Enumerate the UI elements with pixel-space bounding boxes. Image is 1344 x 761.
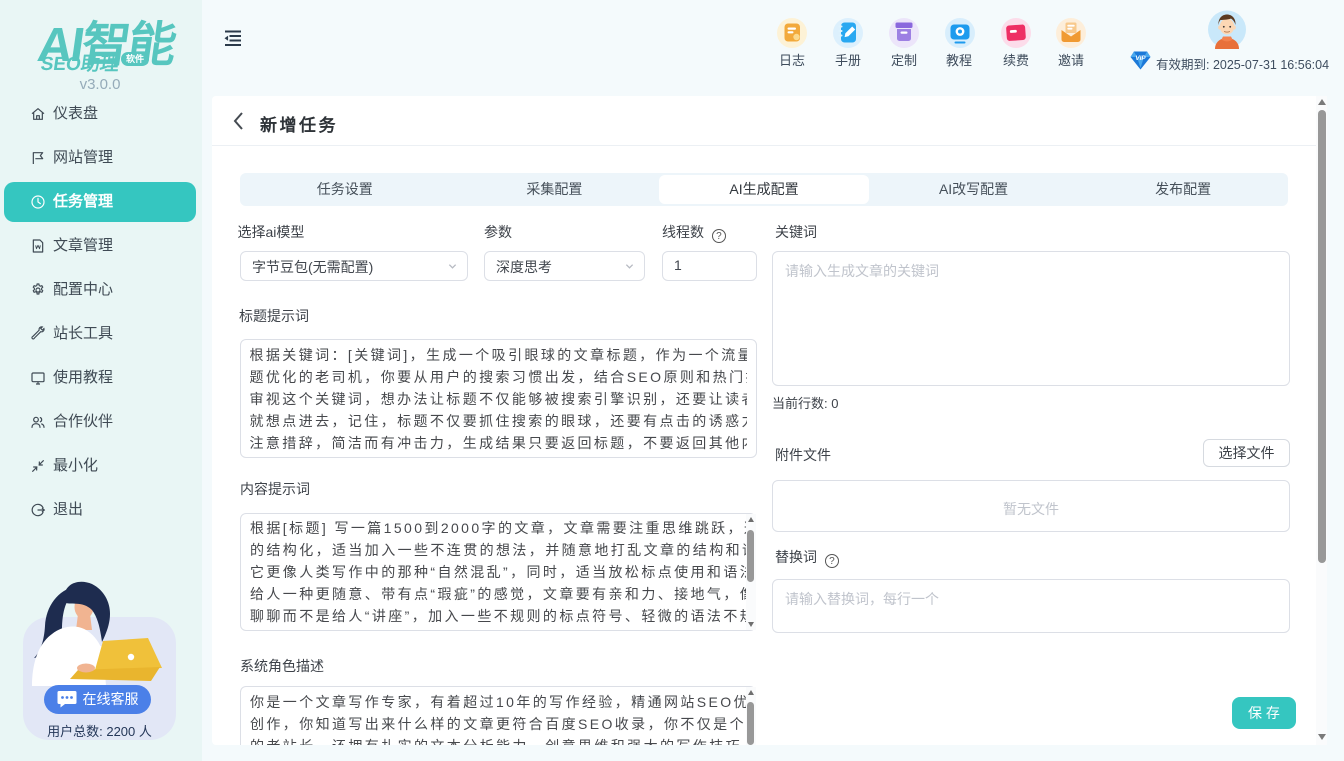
svg-text:VIP: VIP xyxy=(1135,55,1146,62)
